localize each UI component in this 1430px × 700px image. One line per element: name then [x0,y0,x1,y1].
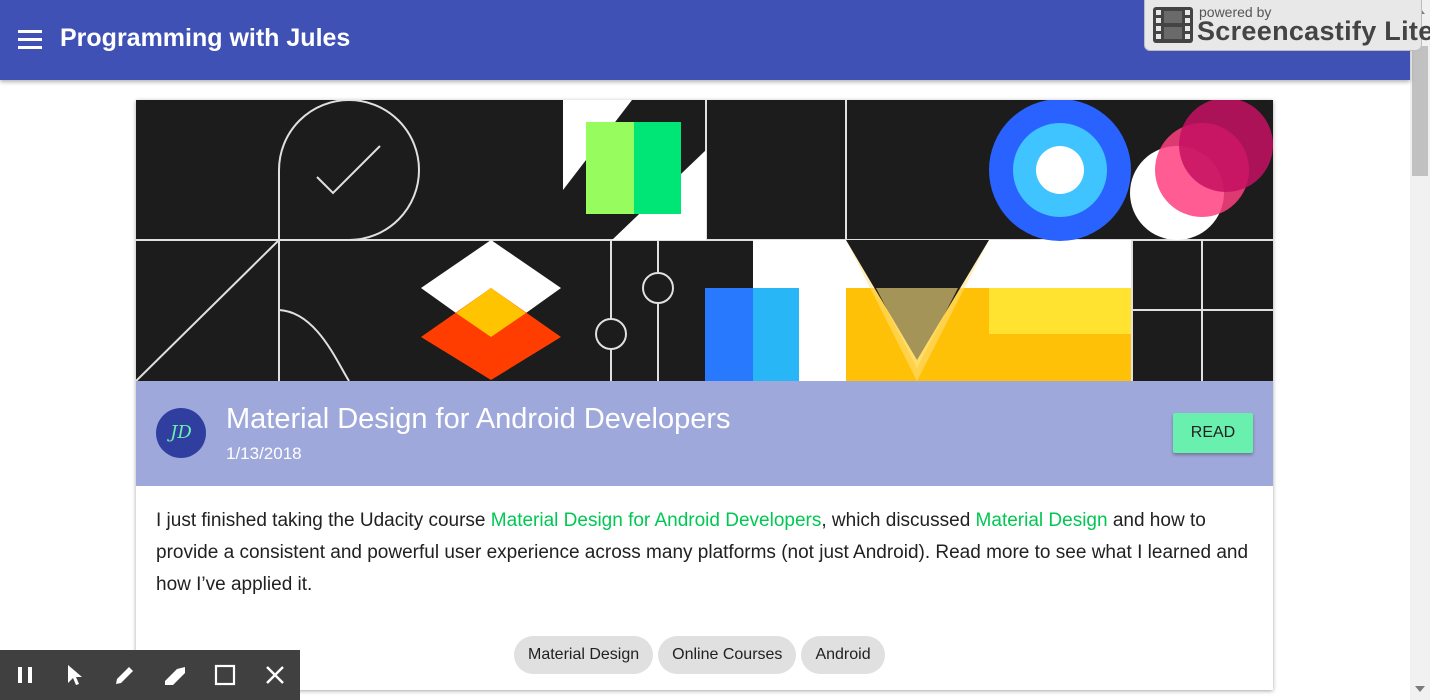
tag-list: Material Design Online Courses Android [514,636,890,674]
read-button[interactable]: READ [1173,413,1253,453]
tag-chip-online-courses[interactable]: Online Courses [658,636,797,674]
scroll-thumb[interactable] [1412,46,1428,176]
screencastify-watermark: powered by Screencastify Lite [1144,0,1430,51]
post-excerpt: I just finished taking the Udacity cours… [156,505,1256,601]
hero-image [136,100,1273,381]
post-card: JD Material Design for Android Developer… [136,100,1273,690]
pencil-icon[interactable] [113,663,137,687]
tag-chip-android[interactable]: Android [801,636,885,674]
watermark-brand: Screencastify Lite [1197,16,1430,46]
excerpt-text: , which discussed [821,510,976,531]
film-icon [1153,7,1193,43]
scroll-down-arrow-icon[interactable] [1415,686,1425,692]
author-avatar: JD [156,408,206,458]
menu-icon[interactable] [18,30,42,50]
app-title: Programming with Jules [60,24,351,52]
page-scrollbar[interactable] [1410,0,1430,700]
recording-toolbar [0,650,300,700]
udacity-course-link[interactable]: Material Design for Android Developers [491,510,822,531]
eraser-icon[interactable] [163,663,187,687]
excerpt-text: I just finished taking the Udacity cours… [156,510,491,531]
close-icon[interactable] [263,663,287,687]
tag-chip-material-design[interactable]: Material Design [514,636,654,674]
post-date: 1/13/2018 [226,444,302,463]
post-header: JD Material Design for Android Developer… [136,381,1273,486]
cursor-icon[interactable] [63,663,87,687]
pause-icon[interactable] [13,663,37,687]
post-title[interactable]: Material Design for Android Developers [226,403,731,436]
material-design-link[interactable]: Material Design [976,510,1108,531]
rectangle-icon[interactable] [213,663,237,687]
